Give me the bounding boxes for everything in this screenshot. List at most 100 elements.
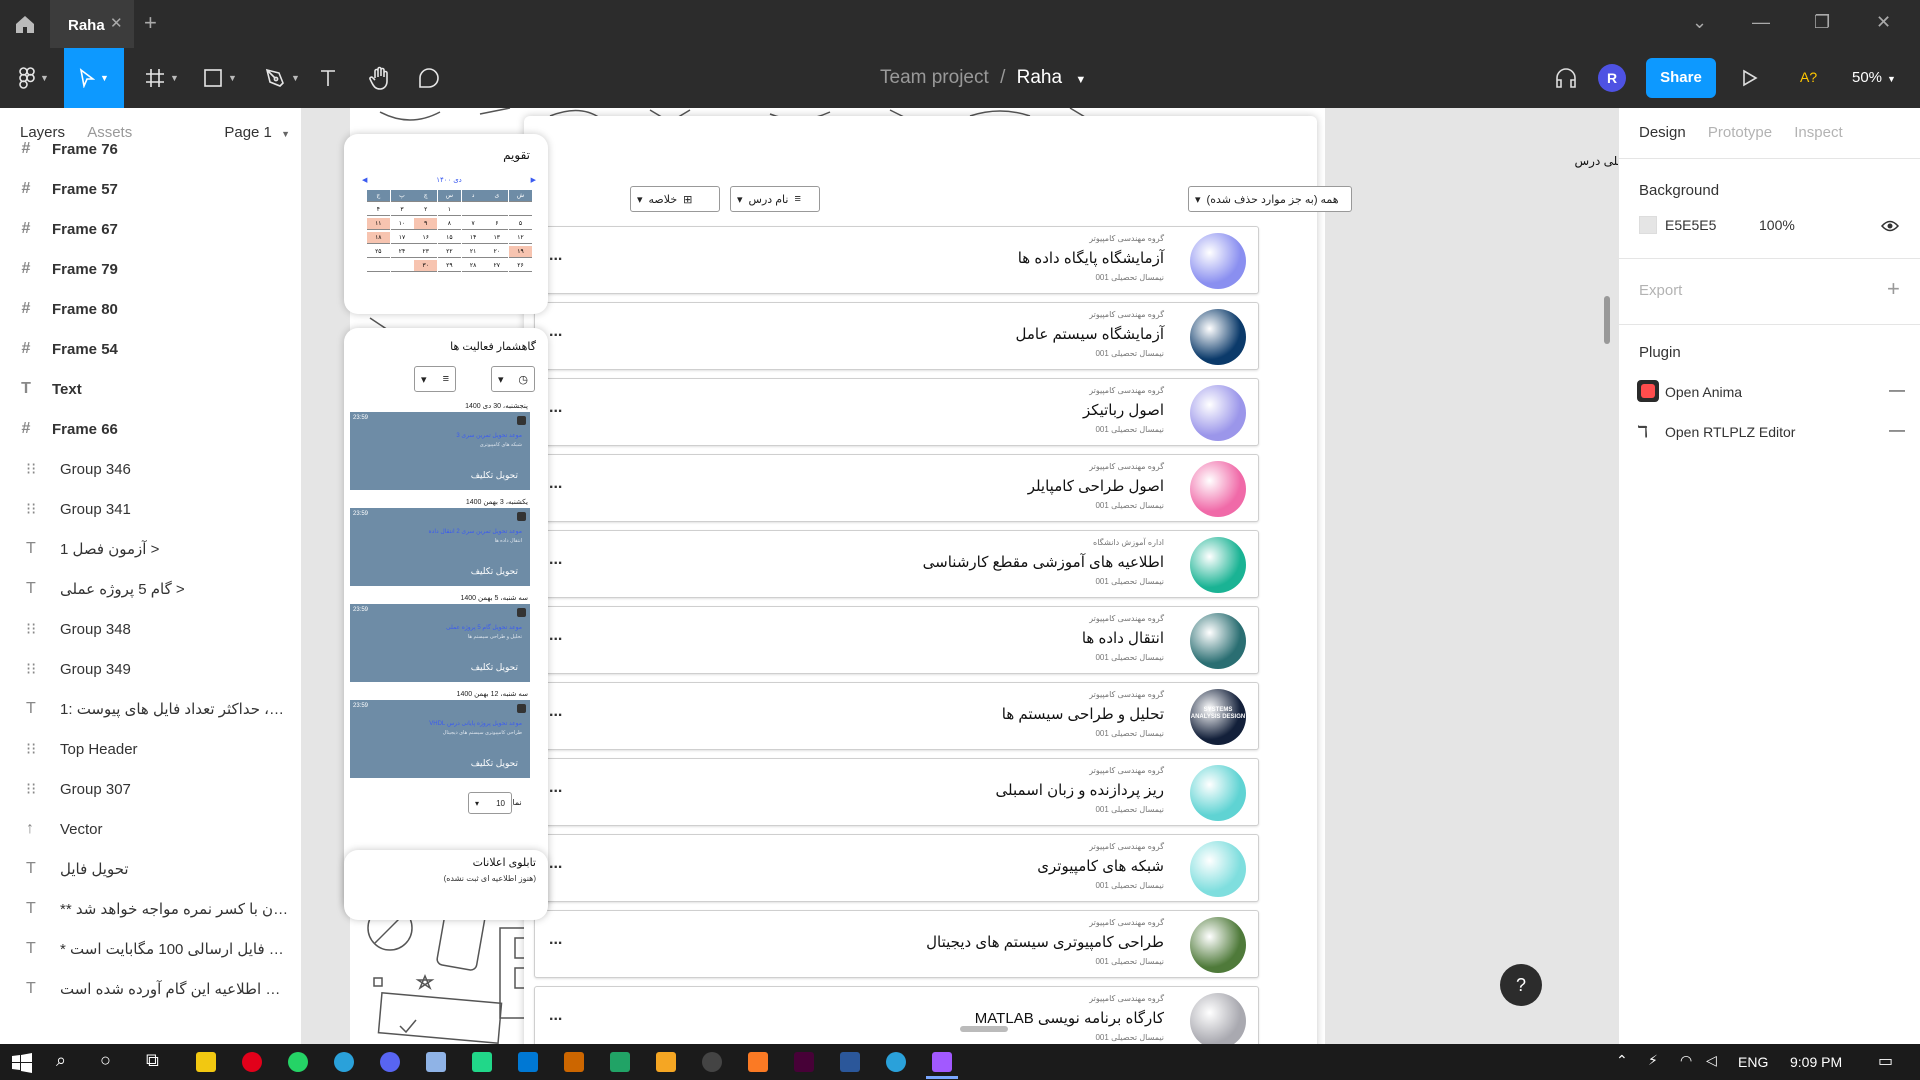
calendar-day[interactable] [509,204,532,216]
submit-assignment-link[interactable]: تحویل تکلیف [471,758,518,769]
volume-icon[interactable]: ◁ [1706,1052,1717,1069]
next-month-icon[interactable]: ◀ [362,176,367,184]
calendar-day[interactable]: ۸ [437,218,461,230]
calendar-day[interactable]: ۲۶ [509,260,532,272]
calendar-day[interactable]: ۶ [485,218,509,230]
avatar[interactable]: R [1598,64,1626,92]
calendar-day[interactable]: ۴ [366,204,390,216]
restore-icon[interactable]: ❐ [1814,12,1830,33]
zoom-dropdown[interactable]: 50% ▼ [1852,69,1896,86]
excel-icon[interactable] [610,1052,630,1072]
calendar-day[interactable]: ۳۰ [414,260,438,272]
layer-item[interactable]: ⁝⁝ Group 349 [0,649,300,689]
timeline-entry[interactable]: 23:59 موعد تحویل تمرین سری 2 انتقال داده ا… [350,508,530,586]
timeline-entry[interactable]: 23:59 موعد تحویل گام 5 پروژه عملی تحلیل و … [350,604,530,682]
comment-tool-button[interactable] [414,48,444,108]
file-name[interactable]: Raha [1017,67,1062,88]
layer-item[interactable]: ⁝⁝ Group 348 [0,609,300,649]
background-color-swatch[interactable] [1639,216,1657,234]
close-tab-icon[interactable]: ✕ [110,14,123,32]
course-row[interactable]: ... گروه مهندسی کامپیوتر تحلیل و طراحی سیس… [534,682,1259,750]
calendar-day[interactable] [485,204,509,216]
calendar-day[interactable]: ۲۱ [461,246,485,258]
tab-prototype[interactable]: Prototype [1708,124,1772,141]
course-name[interactable]: اصول طراحی کامپایلر [1028,477,1164,495]
more-options-icon[interactable]: ... [549,247,562,265]
adobe-xd-icon[interactable] [794,1052,814,1072]
calendar-day[interactable]: ۱۶ [414,232,438,244]
discord-icon[interactable] [380,1052,400,1072]
sort-dropdown[interactable]: ≡ نام درس ▾ [730,186,820,212]
more-options-icon[interactable]: ... [549,779,562,797]
calendar-day[interactable]: ۱۱ [366,218,390,230]
clock[interactable]: 9:09 PM [1790,1054,1842,1070]
course-name[interactable]: اصول رباتیکز [1083,401,1164,419]
plugin-anima[interactable]: Open Anima [1665,384,1742,400]
submit-assignment-link[interactable]: تحویل تکلیف [471,470,518,481]
search-icon[interactable]: ⌕ [56,1050,66,1071]
timeline-sort-filter[interactable]: ≡ ▾ [414,366,456,392]
more-options-icon[interactable]: ... [549,703,562,721]
chevron-down-icon[interactable]: ▼ [1075,74,1086,86]
remove-plugin-icon[interactable]: — [1889,382,1905,400]
more-options-icon[interactable]: ... [549,475,562,493]
layer-item[interactable]: T ** رعایت آن با کسر نمره مواجه خواهد شد.… [0,889,300,929]
calendar-day[interactable]: ۲۲ [437,246,461,258]
layer-item[interactable]: ⁝⁝ Top Header [0,729,300,769]
tab-design[interactable]: Design [1639,124,1686,141]
background-opacity[interactable]: 100% [1759,217,1795,233]
layer-item[interactable]: T Text [0,369,300,409]
telegram-icon[interactable] [886,1052,906,1072]
calendar-day[interactable]: ۱۸ [366,232,390,244]
vscode-icon[interactable] [518,1052,538,1072]
layer-item[interactable]: # Frame 66 [0,409,300,449]
virtualbox-icon[interactable] [426,1052,446,1072]
calendar-day[interactable]: ۲۰ [485,246,509,258]
course-row[interactable]: ... گروه مهندسی کامپیوتر اصول رباتیکز نیمسا… [534,378,1259,446]
calendar-day[interactable]: ۱۵ [437,232,461,244]
layer-item[interactable]: # Frame 80 [0,289,300,329]
filter-dropdown[interactable]: همه (به جز موارد حذف شده) ▾ [1188,186,1352,212]
submit-assignment-link[interactable]: تحویل تکلیف [471,566,518,577]
calendar-day[interactable]: ۹ [414,218,438,230]
course-name[interactable]: شبکه های کامپیوتری [1037,857,1164,875]
whatsapp-icon[interactable] [288,1052,308,1072]
course-name[interactable]: آزمایشگاه پایگاه داده ها [1018,249,1164,267]
plugin-rtlplz[interactable]: Open RTLPLZ Editor [1665,424,1795,440]
layer-item[interactable]: # Frame 76 [0,129,300,169]
prev-month-icon[interactable]: ▶ [531,176,536,184]
calendar-day[interactable]: ۲۳ [414,246,438,258]
calendar-day[interactable]: ۲۸ [461,260,485,272]
show-count-dropdown[interactable]: ▾ 10 [468,792,512,814]
course-name[interactable]: طراحی کامپیوتری سیستم های دیجیتال [926,933,1164,951]
view-dropdown[interactable]: ⊞ خلاصه ▾ [630,186,720,212]
course-row[interactable]: ... گروه مهندسی کامپیوتر طراحی کامپیوتری س… [534,910,1259,978]
deadline-link[interactable]: موعد تحویل پروژه پایانی درس VHDL [402,720,522,727]
more-options-icon[interactable]: ... [549,399,562,417]
course-name[interactable]: اطلاعیه های آموزشی مقطع کارشناسی [923,553,1164,571]
more-options-icon[interactable]: ... [549,931,562,949]
more-options-icon[interactable]: ... [549,1007,562,1025]
language-indicator[interactable]: ENG [1738,1054,1768,1070]
headphones-icon[interactable] [1554,66,1578,90]
cortana-icon[interactable]: ○ [100,1050,111,1071]
figma-taskbar-icon[interactable] [932,1052,952,1072]
calendar-day[interactable]: ۲۵ [366,246,390,258]
present-icon[interactable] [1742,69,1758,87]
layer-item[interactable]: T گام 5 پروژه عملی > [0,569,300,609]
layer-item[interactable]: T تحویل فایل [0,849,300,889]
new-tab-icon[interactable]: + [144,10,157,36]
course-row[interactable]: ... گروه مهندسی کامپیوتر آزمایشگاه سیستم ع… [534,302,1259,370]
app-icon[interactable] [702,1052,722,1072]
calendar-day[interactable]: ۱ [437,204,461,216]
layer-item[interactable]: T 1: مگابایت، حداکثر تعداد فایل های پیوست… [0,689,300,729]
hand-tool-button[interactable] [364,48,396,108]
text-tool-button[interactable] [314,48,342,108]
deadline-link[interactable]: موعد تحویل تمرین سری 3 [402,432,522,439]
course-row[interactable]: ... گروه مهندسی کامپیوتر ریز پردازنده و زب… [534,758,1259,826]
calendar-day[interactable]: ۲ [414,204,438,216]
word-icon[interactable] [840,1052,860,1072]
home-icon[interactable] [14,14,36,34]
task-view-icon[interactable]: ⧉ [146,1050,159,1071]
course-row[interactable]: ... اداره آموزش دانشگاه اطلاعیه های آموزشی… [534,530,1259,598]
